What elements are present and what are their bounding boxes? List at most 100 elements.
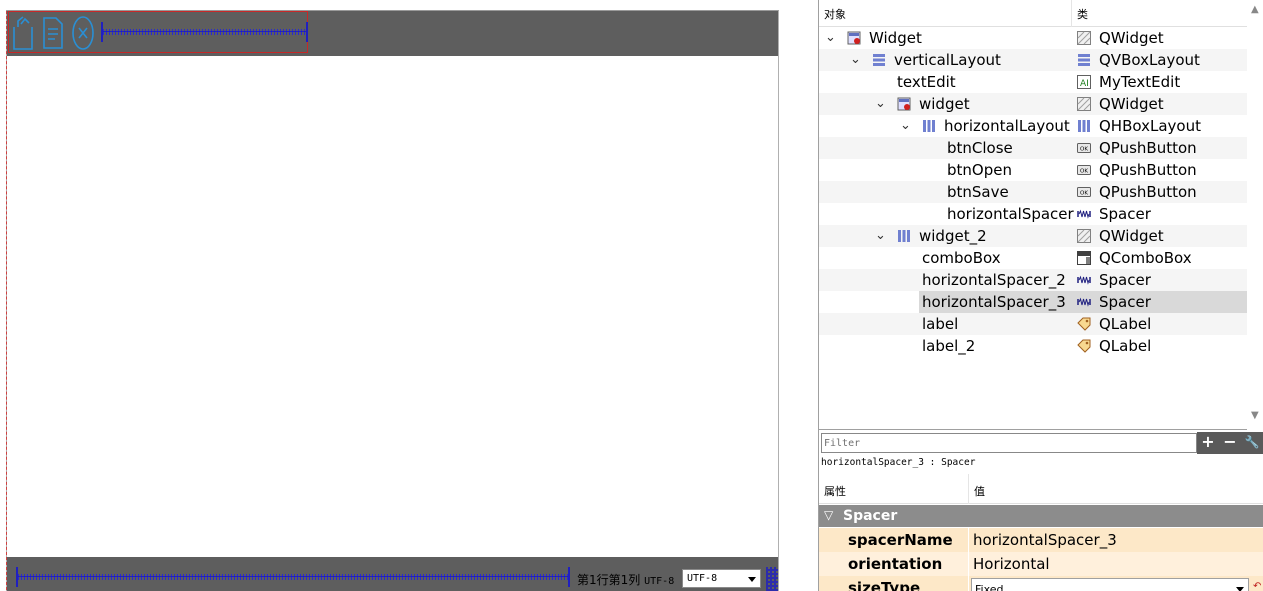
property-group-spacer[interactable]: ▽ Spacer [819, 505, 1263, 527]
chevron-down-icon[interactable]: ⌄ [850, 52, 861, 67]
form-widget[interactable]: 第1行第1列 UTF-8 UTF-8 [6, 10, 779, 591]
tree-row-textedit[interactable]: textEdit AI MyTextEdit [819, 71, 1247, 93]
filter-input[interactable]: Filter [821, 433, 1197, 453]
text-edit-icon: AI [1077, 75, 1091, 89]
label-icon [1077, 317, 1091, 331]
chevron-down-icon[interactable]: ⌄ [825, 30, 836, 45]
class-name: QWidget [1099, 95, 1164, 113]
document-icon[interactable] [41, 15, 65, 51]
horizontal-layout-frame[interactable] [8, 11, 308, 53]
object-inspector-scrollbar[interactable]: ▲ ▼ [1247, 0, 1263, 430]
chevron-down-icon[interactable]: ⌄ [875, 96, 886, 111]
object-name: btnOpen [947, 161, 1012, 179]
tree-row-horizontalspacer[interactable]: horizontalSpacer Spacer [819, 203, 1247, 225]
object-inspector-header: 对象 类 [819, 0, 1247, 27]
tree-row-btnclose[interactable]: btnClose OK QPushButton [819, 137, 1247, 159]
selected-object-label: horizontalSpacer_3 : Spacer [821, 457, 976, 468]
object-name: horizontalSpacer_3 [922, 293, 1066, 311]
hbox-layout-icon [1078, 120, 1090, 132]
class-name: QPushButton [1099, 161, 1197, 179]
scroll-up-icon[interactable]: ▲ [1251, 4, 1259, 15]
tree-row-label-2[interactable]: label_2 QLabel [819, 335, 1247, 357]
object-name: horizontalSpacer_2 [922, 271, 1066, 289]
layout-handle[interactable] [766, 567, 778, 591]
combo-box-icon [1077, 251, 1091, 265]
widget-icon [847, 31, 861, 45]
spacer-icon [1077, 275, 1091, 285]
class-name: QLabel [1099, 315, 1152, 333]
property-name: sizeType [848, 579, 921, 591]
label-icon [1077, 339, 1091, 353]
object-name: horizontalSpacer [947, 205, 1074, 223]
class-name: QWidget [1099, 227, 1164, 245]
column-divider[interactable] [1071, 0, 1072, 27]
column-header-property[interactable]: 属性 [824, 483, 846, 499]
tree-row-label[interactable]: label QLabel [819, 313, 1247, 335]
object-name: widget_2 [919, 227, 987, 245]
svg-text:OK: OK [1080, 169, 1088, 175]
object-name: widget [919, 95, 970, 113]
text-edit[interactable] [7, 56, 778, 558]
chevron-down-icon[interactable]: ▽ [824, 508, 833, 522]
class-name: QLabel [1099, 337, 1152, 355]
dropdown-arrow-icon [1236, 587, 1244, 591]
vbox-layout-icon [873, 54, 885, 66]
property-editor: Filter + − 🔧 horizontalSpacer_3 : Spacer… [819, 431, 1263, 591]
combo-value: Fixed [975, 583, 1004, 591]
tree-row-btnopen[interactable]: btnOpen OK QPushButton [819, 159, 1247, 181]
property-row-spacername[interactable]: spacerName horizontalSpacer_3 [819, 528, 1263, 552]
size-type-combo-box[interactable]: Fixed [971, 578, 1249, 591]
configure-wrench-icon[interactable]: 🔧 [1241, 432, 1263, 454]
horizontal-spacer[interactable] [101, 22, 308, 42]
class-name: QPushButton [1099, 183, 1197, 201]
encoding-combo-box[interactable]: UTF-8 [682, 569, 761, 588]
chevron-down-icon[interactable]: ⌄ [875, 228, 886, 243]
property-value[interactable]: Horizontal [973, 555, 1050, 573]
add-property-button[interactable]: + [1197, 432, 1219, 454]
object-name: btnClose [947, 139, 1013, 157]
tree-row-btnsave[interactable]: btnSave OK QPushButton [819, 181, 1247, 203]
tree-row-verticallayout[interactable]: ⌄ verticalLayout QVBoxLayout [819, 49, 1247, 71]
column-divider[interactable] [968, 474, 969, 504]
bottom-status-widget[interactable]: 第1行第1列 UTF-8 UTF-8 [7, 557, 778, 591]
top-toolbar-widget[interactable] [7, 11, 778, 56]
close-icon[interactable] [71, 15, 95, 51]
push-button-icon: OK [1077, 165, 1091, 175]
tree-row-horizontallayout[interactable]: ⌄ horizontalLayout QHBoxLayout [819, 115, 1247, 137]
push-button-icon: OK [1077, 187, 1091, 197]
spacer-icon [1077, 297, 1091, 307]
tree-row-widget-child[interactable]: ⌄ widget QWidget [819, 93, 1247, 115]
property-table-header: 属性 值 [819, 474, 1263, 504]
scroll-down-icon[interactable]: ▼ [1251, 410, 1259, 421]
class-name: QHBoxLayout [1099, 117, 1201, 135]
dropdown-arrow-icon [748, 577, 756, 582]
object-name: label [922, 315, 959, 333]
property-value[interactable]: horizontalSpacer_3 [973, 531, 1117, 549]
class-name: Spacer [1099, 271, 1151, 289]
property-row-sizetype[interactable]: sizeType Fixed ↶ [819, 576, 1263, 591]
horizontal-spacer-2[interactable] [16, 567, 570, 587]
property-name: orientation [848, 555, 943, 573]
column-header-class[interactable]: 类 [1077, 6, 1088, 22]
group-label: Spacer [843, 508, 898, 524]
qwidget-icon [1077, 229, 1091, 243]
chevron-down-icon[interactable]: ⌄ [900, 118, 911, 133]
tree-row-widget-2[interactable]: ⌄ widget_2 QWidget [819, 225, 1247, 247]
column-header-value[interactable]: 值 [974, 483, 985, 499]
reset-icon[interactable]: ↶ [1253, 581, 1261, 591]
property-row-orientation[interactable]: orientation Horizontal [819, 552, 1263, 576]
object-name: Widget [869, 29, 922, 47]
tree-row-combobox[interactable]: comboBox QComboBox [819, 247, 1247, 269]
class-name: QPushButton [1099, 139, 1197, 157]
tree-row-horizontalspacer-3[interactable]: horizontalSpacer_3 Spacer [819, 291, 1247, 313]
column-header-object[interactable]: 对象 [824, 6, 846, 22]
remove-property-button[interactable]: − [1219, 432, 1241, 454]
object-name: btnSave [947, 183, 1009, 201]
widget-icon [897, 97, 911, 111]
svg-text:OK: OK [1080, 147, 1088, 153]
tree-row-horizontalspacer-2[interactable]: horizontalSpacer_2 Spacer [819, 269, 1247, 291]
save-icon[interactable] [11, 15, 35, 51]
class-name: QVBoxLayout [1099, 51, 1200, 69]
tree-row-widget[interactable]: ⌄ Widget QWidget [819, 27, 1247, 49]
property-name: spacerName [848, 531, 953, 549]
